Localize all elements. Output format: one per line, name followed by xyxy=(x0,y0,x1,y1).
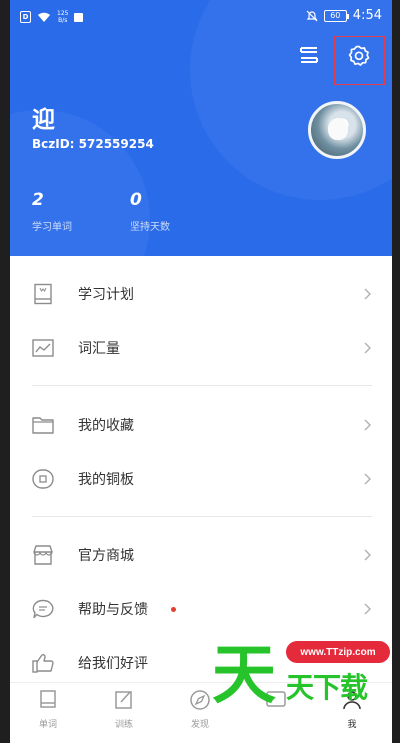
network-speed: 125 B/s xyxy=(57,10,68,24)
bcz-id: BczID: 572559254 xyxy=(32,137,154,151)
trend-chart-icon xyxy=(32,337,54,359)
phone-screen: D 125 B/s 60 4:54 迎 BczID: 572559254 2 学… xyxy=(10,0,392,743)
notification-icon xyxy=(74,12,84,22)
chevron-right-icon xyxy=(364,288,371,300)
store-icon xyxy=(32,544,54,566)
site-watermark: 天 www.TTzip.com 天下载 xyxy=(206,628,392,743)
menu-label-favorites: 我的收藏 xyxy=(78,418,134,434)
coin-icon xyxy=(32,468,54,490)
streak-days-count: 0 xyxy=(130,190,142,210)
divider xyxy=(32,385,372,386)
watermark-logo-char: 天 xyxy=(212,639,276,713)
menu-label-rate-us: 给我们好评 xyxy=(78,656,148,672)
menu-label-store: 官方商城 xyxy=(78,548,134,564)
menu-item-store[interactable]: 官方商城 xyxy=(10,530,392,580)
menu-item-vocabulary[interactable]: 词汇量 xyxy=(10,323,392,373)
folder-icon xyxy=(32,414,54,436)
watermark-text: 天下载 xyxy=(286,671,368,704)
menu-item-study-plan[interactable]: 学习计划 xyxy=(10,269,392,319)
menu-label-help-feedback: 帮助与反馈 xyxy=(78,602,148,618)
tab-label-words: 单词 xyxy=(38,720,57,730)
swap-icon[interactable] xyxy=(298,44,320,66)
status-bar: D 125 B/s 60 4:54 xyxy=(10,0,392,38)
chevron-right-icon xyxy=(364,342,371,354)
chevron-right-icon xyxy=(364,603,371,615)
watermark-url: www.TTzip.com xyxy=(286,641,390,663)
avatar[interactable] xyxy=(308,101,366,159)
tab-label-training: 训练 xyxy=(114,720,133,730)
divider xyxy=(32,516,372,517)
tab-words[interactable]: 单词 xyxy=(10,683,86,743)
mute-icon xyxy=(306,10,318,21)
username: 迎 xyxy=(32,107,55,133)
wifi-icon xyxy=(38,12,50,22)
thumbs-up-icon xyxy=(32,652,54,674)
book-plan-icon xyxy=(32,283,54,305)
profile-header: D 125 B/s 60 4:54 迎 BczID: 572559254 2 学… xyxy=(10,0,392,256)
menu-label-vocabulary: 词汇量 xyxy=(78,341,120,357)
chevron-right-icon xyxy=(364,419,371,431)
chat-bubble-icon xyxy=(32,598,54,620)
clock: 4:54 xyxy=(352,8,382,23)
chevron-right-icon xyxy=(364,473,371,485)
menu-label-coins: 我的铜板 xyxy=(78,472,134,488)
menu-item-help-feedback[interactable]: 帮助与反馈 xyxy=(10,584,392,634)
menu-item-favorites[interactable]: 我的收藏 xyxy=(10,400,392,450)
network-speed-value: 125 xyxy=(57,10,69,17)
tab-training[interactable]: 训练 xyxy=(86,683,162,743)
streak-days-label: 坚持天数 xyxy=(130,222,170,233)
avatar-cat-image xyxy=(328,118,348,140)
settings-highlight-box xyxy=(334,36,385,85)
sim-icon: D xyxy=(20,11,31,23)
header-decoration xyxy=(10,110,150,256)
chevron-right-icon xyxy=(364,549,371,561)
battery-indicator: 60 xyxy=(323,9,349,22)
edit-icon xyxy=(115,691,132,709)
menu-label-study-plan: 学习计划 xyxy=(78,287,134,303)
network-speed-unit: B/s xyxy=(58,17,68,24)
notification-dot xyxy=(171,606,176,612)
learned-words-label: 学习单词 xyxy=(32,222,72,233)
menu-item-coins[interactable]: 我的铜板 xyxy=(10,454,392,504)
book-icon xyxy=(40,690,56,708)
learned-words-count: 2 xyxy=(32,190,44,210)
